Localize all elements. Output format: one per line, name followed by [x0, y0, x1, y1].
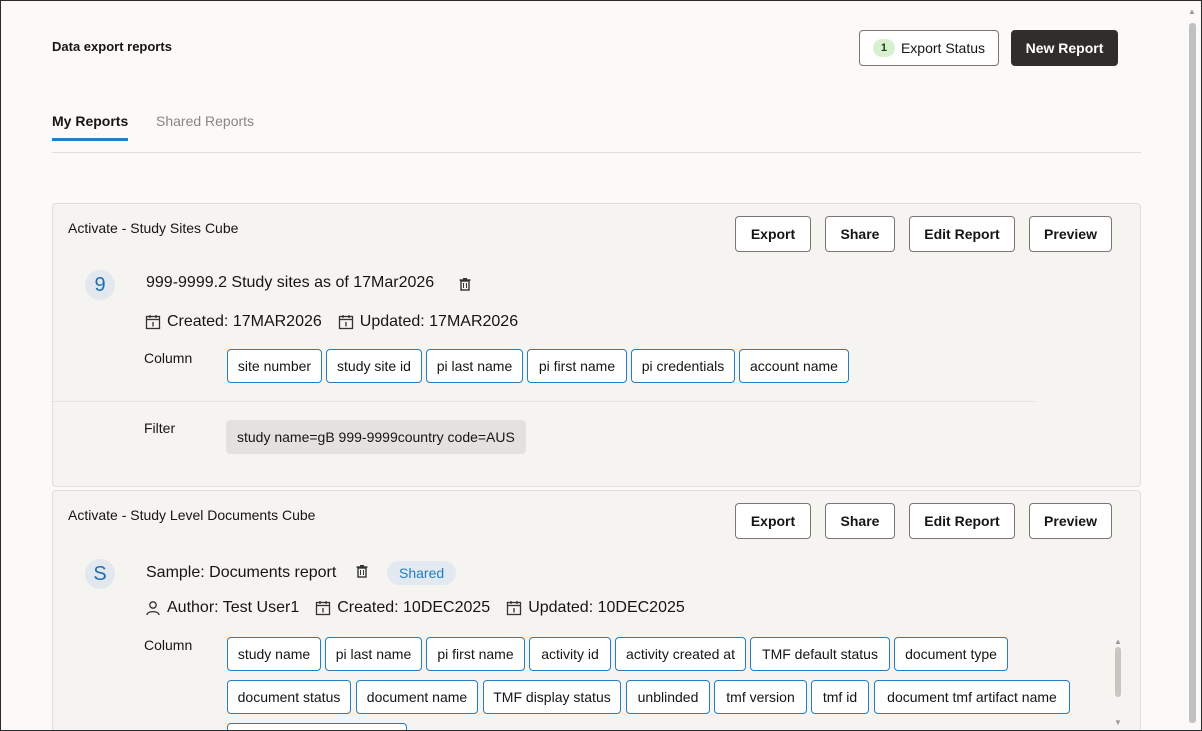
calendar-icon — [316, 601, 331, 616]
column-chip: study site id — [326, 349, 422, 383]
preview-button[interactable]: Preview — [1029, 216, 1112, 252]
report-avatar: 9 — [85, 270, 115, 300]
export-button[interactable]: Export — [735, 503, 811, 539]
column-chip: pi last name — [426, 349, 523, 383]
column-chip: document tmf artifact name — [874, 680, 1070, 714]
report-avatar: S — [85, 559, 115, 589]
column-chip-partial — [227, 723, 407, 730]
edit-report-button[interactable]: Edit Report — [909, 216, 1015, 252]
calendar-icon — [145, 315, 161, 330]
cube-name: Activate - Study Level Documents Cube — [68, 507, 316, 523]
active-tab-indicator — [52, 138, 128, 141]
report-card: Activate - Study Level Documents Cube Ex… — [52, 490, 1141, 730]
inner-scroll-down-icon[interactable]: ▼ — [1114, 718, 1122, 727]
scrollbar-thumb[interactable] — [1189, 23, 1196, 723]
column-chip: tmf version — [714, 680, 807, 714]
tabs-divider — [52, 152, 1141, 153]
trash-icon[interactable] — [355, 564, 369, 578]
column-chip: pi last name — [325, 637, 422, 671]
inner-scrollbar-thumb[interactable] — [1115, 647, 1121, 697]
scroll-up-icon[interactable]: ▲ — [1188, 7, 1196, 16]
export-status-count-badge: 1 — [872, 39, 895, 57]
updated-date: Updated: 10DEC2025 — [528, 599, 685, 616]
edit-report-button[interactable]: Edit Report — [909, 503, 1015, 539]
calendar-icon — [507, 601, 522, 616]
trash-icon[interactable] — [458, 277, 472, 291]
inner-scroll-up-icon[interactable]: ▲ — [1114, 637, 1122, 646]
tab-my-reports[interactable]: My Reports — [52, 113, 128, 129]
shared-badge: Shared — [387, 561, 457, 585]
column-chip: pi credentials — [631, 349, 735, 383]
column-chip: tmf id — [811, 680, 869, 714]
column-chip: TMF display status — [483, 680, 621, 714]
created-date: Created: 10DEC2025 — [337, 599, 491, 616]
export-status-button[interactable]: 1 Export Status — [859, 30, 999, 66]
report-name: Sample: Documents report — [146, 564, 337, 581]
share-button[interactable]: Share — [825, 216, 895, 252]
report-dates: Created: 17MAR2026 Updated: 17MAR2026 — [145, 313, 518, 331]
column-chip: unblinded — [626, 680, 710, 714]
column-chip: document type — [894, 637, 1008, 671]
report-name: 999-9999.2 Study sites as of 17Mar2026 — [146, 274, 435, 291]
share-button[interactable]: Share — [825, 503, 895, 539]
page-title: Data export reports — [52, 39, 172, 54]
user-icon — [146, 601, 160, 616]
section-divider — [53, 401, 1035, 402]
cube-name: Activate - Study Sites Cube — [68, 220, 239, 236]
column-chip: account name — [739, 349, 849, 383]
filter-chip: study name=gB 999-9999country code=AUS — [226, 420, 526, 454]
column-chip: pi first name — [527, 349, 627, 383]
created-date: Created: 17MAR2026 — [167, 313, 322, 330]
column-chip: activity id — [529, 637, 611, 671]
updated-date: Updated: 17MAR2026 — [359, 313, 519, 330]
column-chip: document name — [356, 680, 478, 714]
column-chip: TMF default status — [750, 637, 890, 671]
tab-shared-reports[interactable]: Shared Reports — [156, 113, 254, 129]
column-chip: activity created at — [615, 637, 746, 671]
export-status-label: Export Status — [900, 40, 986, 56]
new-report-button[interactable]: New Report — [1011, 30, 1118, 66]
report-meta: Author: Test User1 Created: 10DEC2025 Up… — [145, 599, 685, 617]
column-chip: site number — [227, 349, 322, 383]
column-chip: pi first name — [426, 637, 525, 671]
column-label: Column — [144, 637, 193, 653]
column-chip: study name — [227, 637, 321, 671]
app-frame: Data export reports 1 Export Status New … — [0, 0, 1202, 731]
preview-button[interactable]: Preview — [1029, 503, 1112, 539]
author: Author: Test User1 — [167, 599, 300, 616]
column-label: Column — [144, 350, 193, 366]
calendar-icon — [338, 315, 353, 330]
report-card: Activate - Study Sites Cube Export Share… — [52, 203, 1141, 487]
filter-label: Filter — [144, 420, 176, 436]
column-chip: document status — [227, 680, 351, 714]
export-button[interactable]: Export — [735, 216, 811, 252]
